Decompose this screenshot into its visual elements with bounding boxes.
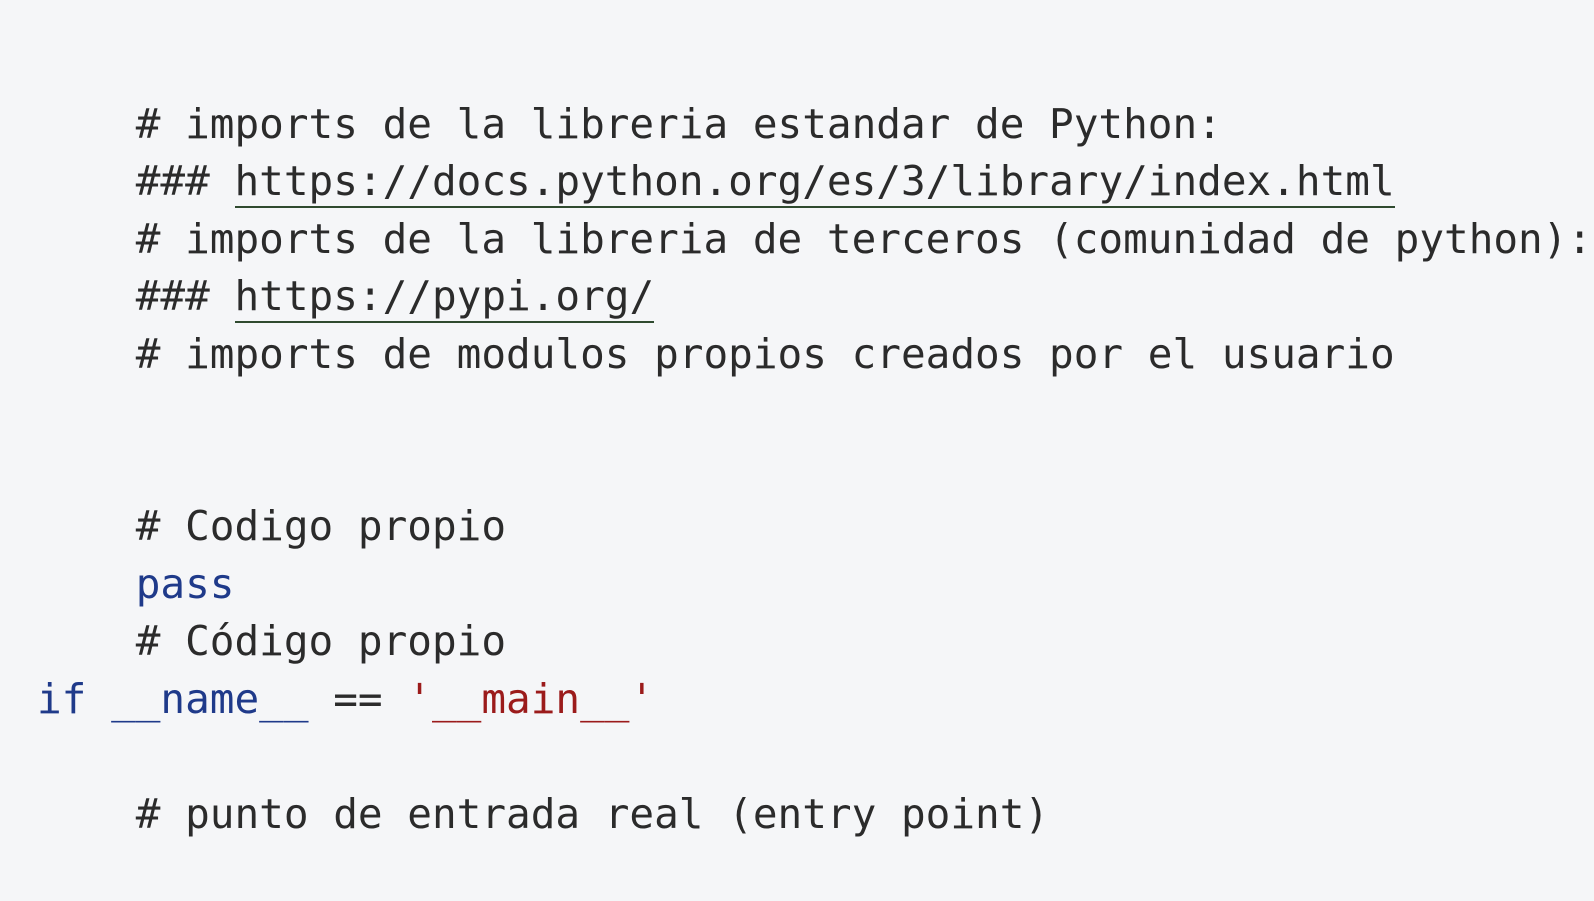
pypi-link[interactable]: https://pypi.org/ bbox=[234, 272, 655, 323]
code-block: # imports de la libreria estandar de Pyt… bbox=[0, 0, 1594, 856]
code-line-12: if __name__ == '__main__' bbox=[37, 671, 1594, 729]
code-line-8: # Codigo propio bbox=[37, 441, 1594, 550]
equality-operator: == bbox=[333, 674, 383, 723]
comment-own-code-accented: # Código propio bbox=[135, 617, 507, 665]
comment-entry-point: # punto de entrada real (entry point) bbox=[135, 789, 1050, 838]
if-keyword: if bbox=[37, 674, 87, 723]
code-line-10: # Código propio bbox=[37, 556, 1594, 665]
comment-prefix: ### bbox=[135, 272, 235, 320]
comment-own-code: # Codigo propio bbox=[135, 502, 507, 550]
comment-third-party-imports: # imports de la libreria de terceros (co… bbox=[135, 214, 1593, 263]
code-line-1: # imports de la libreria estandar de Pyt… bbox=[37, 38, 1594, 148]
dunder-name: __name__ bbox=[111, 674, 309, 723]
comment-user-modules: # imports de modulos propios creados por… bbox=[135, 329, 1395, 378]
comment-stdlib-imports: # imports de la libreria estandar de Pyt… bbox=[135, 99, 1222, 148]
pass-keyword: pass bbox=[135, 559, 235, 608]
comment-prefix: ### bbox=[135, 157, 235, 205]
main-string: '__main__' bbox=[407, 674, 655, 723]
python-docs-link[interactable]: https://docs.python.org/es/3/library/ind… bbox=[234, 157, 1395, 208]
code-line-13: # punto de entrada real (entry point) bbox=[37, 728, 1594, 838]
